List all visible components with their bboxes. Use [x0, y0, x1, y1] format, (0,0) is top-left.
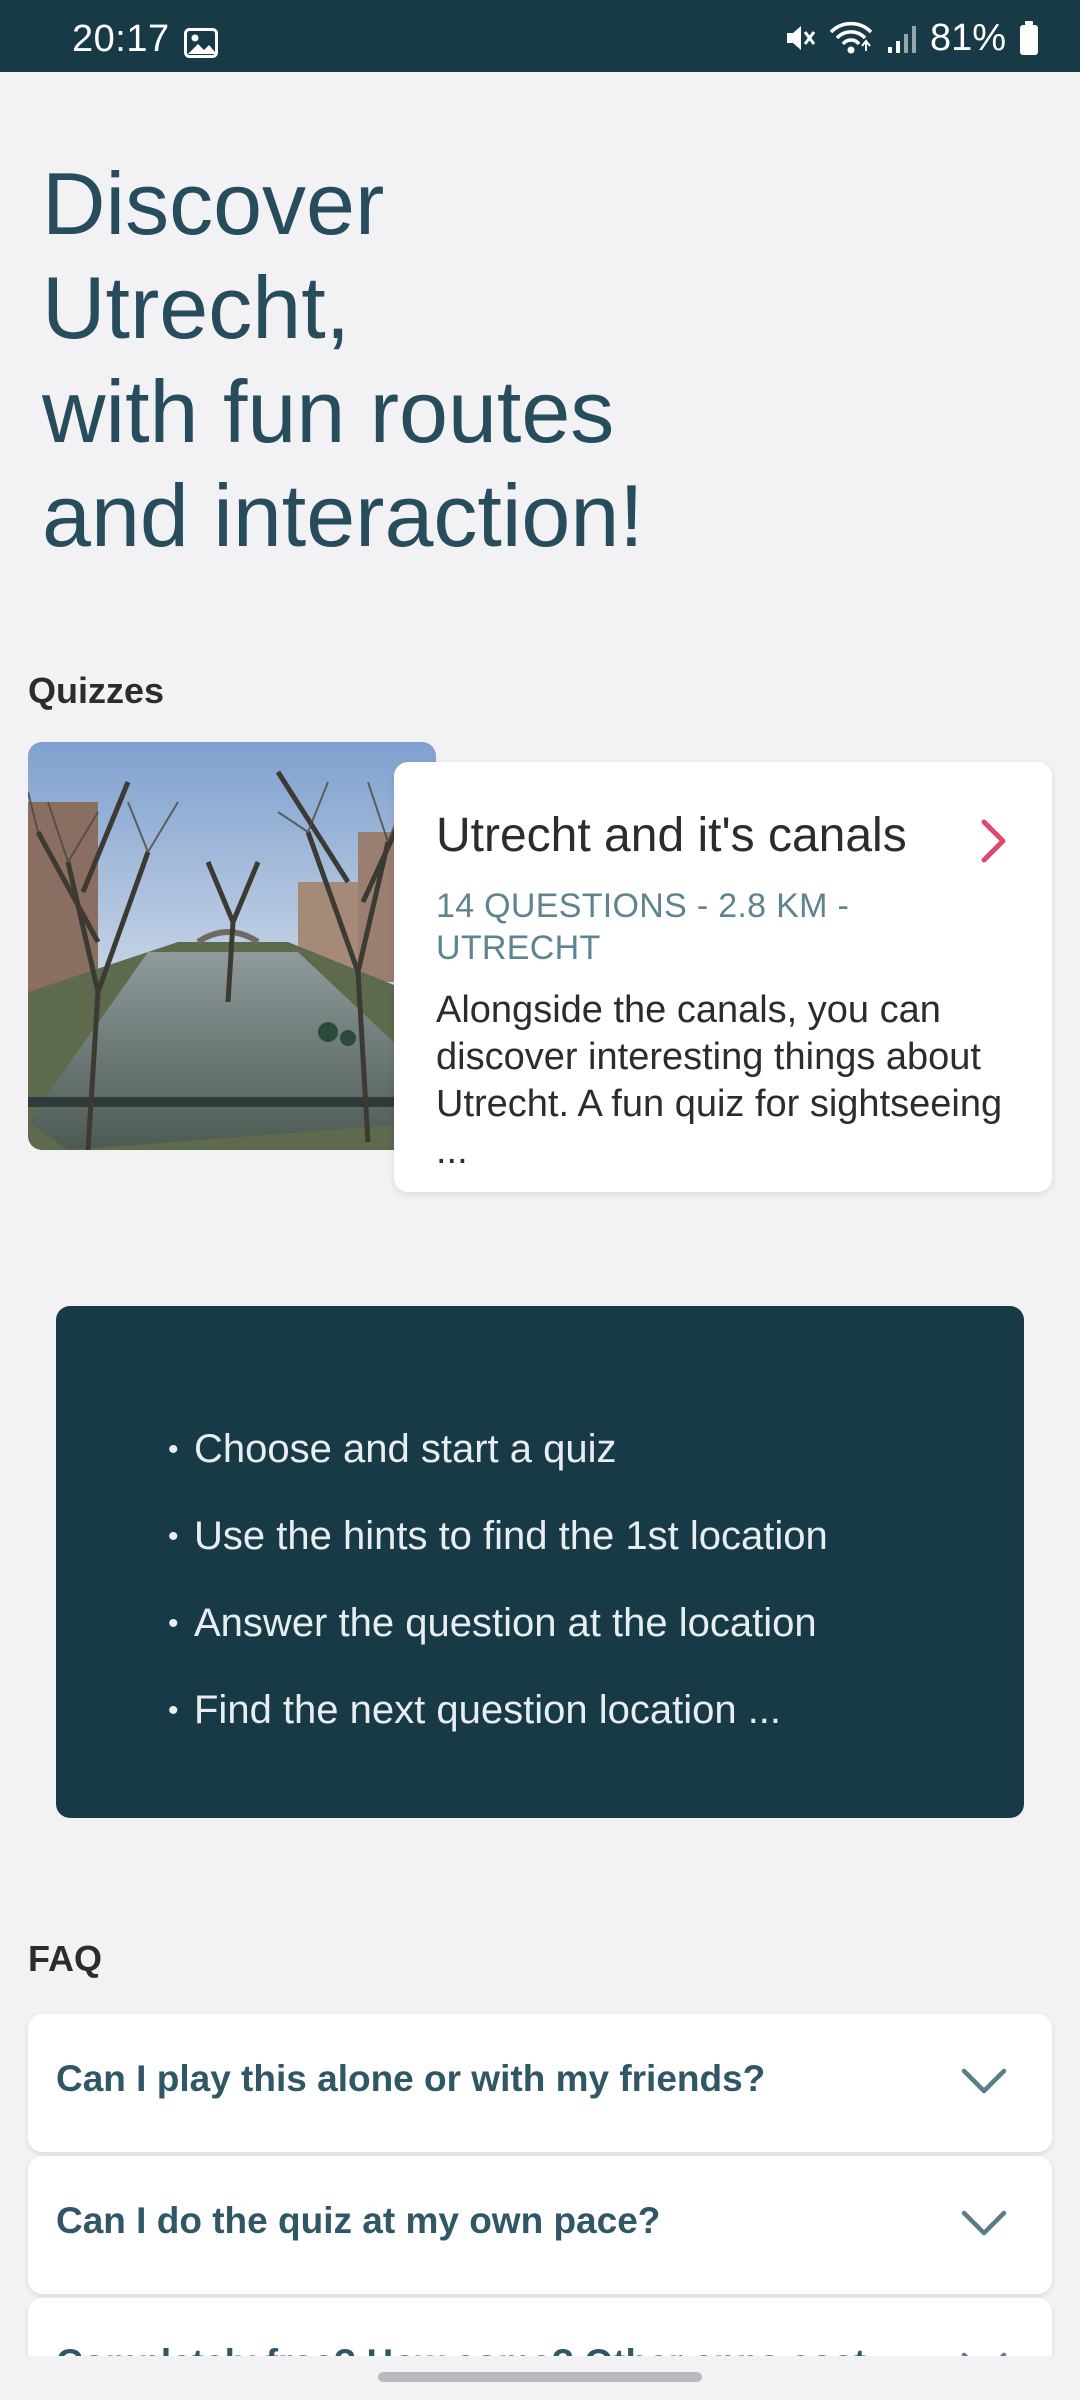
quiz-title: Utrecht and it's canals [436, 809, 907, 862]
home-indicator[interactable] [378, 2372, 702, 2382]
step-item: • Choose and start a quiz [168, 1427, 617, 1471]
status-time: 20:17 [72, 18, 170, 60]
quiz-meta-line: UTRECHT [436, 929, 601, 967]
faq-item[interactable]: Can I do the quiz at my own pace? [28, 2156, 1052, 2294]
step-text: Find the next question location ... [194, 1688, 782, 1732]
step-text: Answer the question at the location [194, 1601, 817, 1645]
mute-icon [786, 26, 816, 50]
canal-photo [28, 742, 436, 1150]
faq-item[interactable]: Can I play this alone or with my friends… [28, 2014, 1052, 2152]
how-it-works-box: • Choose and start a quiz • Use the hints … [56, 1306, 1024, 1818]
faq-question: Can I do the quiz at my own pace? [56, 2200, 661, 2241]
wifi-icon [829, 21, 873, 54]
chevron-down-icon[interactable] [960, 2066, 1008, 2096]
steps-list: • Choose and start a quiz • Use the hints … [168, 1406, 1024, 1754]
gallery-icon [184, 28, 218, 58]
quiz-meta-line: 14 QUESTIONS - 2.8 KM - [436, 887, 850, 925]
faq-question: Can I play this alone or with my friends… [56, 2058, 766, 2099]
hero-line: and interaction! [42, 466, 644, 565]
faq-section-title: FAQ [28, 1938, 103, 1979]
step-item: • Use the hints to find the 1st location [168, 1514, 828, 1558]
step-text: Choose and start a quiz [194, 1427, 617, 1471]
chevron-down-icon[interactable] [960, 2208, 1008, 2238]
hero-line: Discover [42, 154, 385, 253]
quiz-canal-image[interactable] [28, 742, 436, 1150]
step-item: • Find the next question location ... [168, 1688, 782, 1732]
status-icons: 81% [784, 16, 1040, 59]
quiz-description: Alongside the canals, you can discover i… [436, 989, 1003, 1172]
chevron-right-icon[interactable] [980, 818, 1008, 864]
battery-icon [1020, 21, 1038, 55]
hero-line: Utrecht, [42, 258, 351, 357]
hero-line: with fun routes [42, 362, 615, 461]
step-text: Use the hints to find the 1st location [194, 1514, 828, 1558]
step-item: • Answer the question at the location [168, 1601, 817, 1645]
quizzes-section-title: Quizzes [28, 670, 165, 711]
signal-icon [887, 26, 916, 53]
battery-percent: 81% [929, 16, 1006, 59]
status-bar: 20:17 81% [0, 0, 1080, 72]
hero-title: Discover Utrecht, with fun routes and in… [42, 152, 942, 568]
quiz-meta: 14 QUESTIONS - 2.8 KM - UTRECHT [436, 885, 1012, 969]
quiz-card[interactable]: Utrecht and it's canals 14 QUESTIONS - 2… [394, 762, 1052, 1192]
